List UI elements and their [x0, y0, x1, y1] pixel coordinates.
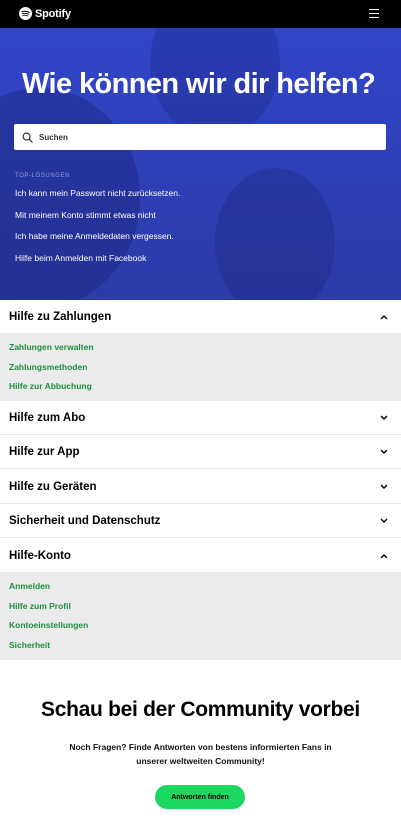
accordion-title: Hilfe zu Geräten	[9, 480, 97, 493]
accordion-header-payments[interactable]: Hilfe zu Zahlungen	[0, 300, 401, 334]
hamburger-menu-icon[interactable]	[369, 9, 379, 18]
accordion-title: Hilfe zum Abo	[9, 411, 86, 424]
accordion-app: Hilfe zur App	[0, 435, 401, 469]
chevron-down-icon	[380, 415, 388, 420]
accordion-header-devices[interactable]: Hilfe zu Geräten	[0, 470, 401, 504]
search-input[interactable]	[39, 132, 359, 142]
accordion-header-security[interactable]: Sicherheit und Datenschutz	[0, 504, 401, 538]
chevron-down-icon	[380, 484, 388, 489]
top-solution-link[interactable]: Mit meinem Konto stimmt etwas nicht	[15, 210, 156, 220]
accordion-security: Sicherheit und Datenschutz	[0, 504, 401, 538]
chevron-up-icon	[380, 553, 388, 558]
help-link[interactable]: Hilfe zum Profil	[9, 597, 401, 617]
accordion-header-app[interactable]: Hilfe zur App	[0, 435, 401, 469]
decorative-shape	[215, 168, 335, 300]
search-icon	[22, 132, 33, 143]
chevron-down-icon	[380, 449, 388, 454]
logo-wordmark: Spotify	[35, 7, 71, 20]
top-solutions-label: TOP-LÖSUNGEN	[15, 173, 71, 179]
accordion-header-subscription[interactable]: Hilfe zum Abo	[0, 401, 401, 435]
page-title: Wie können wir dir helfen?	[22, 68, 376, 100]
chevron-down-icon	[380, 518, 388, 523]
community-description: Noch Fragen? Finde Antworten von bestens…	[69, 742, 332, 766]
spotify-logo[interactable]: Spotify	[19, 7, 71, 20]
help-link[interactable]: Kontoeinstellungen	[9, 616, 401, 636]
help-link[interactable]: Sicherheit	[9, 636, 401, 656]
accordion-payments: Hilfe zu Zahlungen Zahlungen verwalten Z…	[0, 300, 401, 401]
chevron-up-icon	[380, 314, 388, 319]
accordion-account: Hilfe-Konto Anmelden Hilfe zum Profil Ko…	[0, 539, 401, 660]
accordion-title: Sicherheit und Datenschutz	[9, 514, 161, 527]
accordion-subscription: Hilfe zum Abo	[0, 401, 401, 435]
accordion-body-account: Anmelden Hilfe zum Profil Kontoeinstellu…	[0, 573, 401, 660]
search-bar[interactable]	[14, 124, 386, 150]
accordion-title: Hilfe zu Zahlungen	[9, 310, 112, 323]
accordion-title: Hilfe-Konto	[9, 549, 71, 562]
accordion-title: Hilfe zur App	[9, 445, 80, 458]
spotify-icon	[19, 7, 32, 20]
help-link[interactable]: Anmelden	[9, 577, 401, 597]
help-link[interactable]: Zahlungen verwalten	[9, 338, 401, 358]
community-section: Schau bei der Community vorbei Noch Frag…	[0, 660, 401, 832]
find-answers-button[interactable]: Antworten finden	[155, 785, 245, 809]
accordion-body-payments: Zahlungen verwalten Zahlungsmethoden Hil…	[0, 334, 401, 401]
accordion-header-account[interactable]: Hilfe-Konto	[0, 539, 401, 573]
top-solution-link[interactable]: Ich kann mein Passwort nicht zurücksetze…	[15, 188, 180, 198]
top-solution-link[interactable]: Hilfe beim Anmelden mit Facebook	[15, 253, 146, 263]
accordion-devices: Hilfe zu Geräten	[0, 470, 401, 504]
help-link[interactable]: Hilfe zur Abbuchung	[9, 377, 401, 397]
hero-section: Wie können wir dir helfen? TOP-LÖSUNGEN …	[0, 28, 401, 300]
top-navigation-bar: Spotify	[0, 0, 401, 28]
help-link[interactable]: Zahlungsmethoden	[9, 358, 401, 378]
community-title: Schau bei der Community vorbei	[41, 698, 360, 721]
top-solution-link[interactable]: Ich habe meine Anmeldedaten vergessen.	[15, 231, 174, 241]
